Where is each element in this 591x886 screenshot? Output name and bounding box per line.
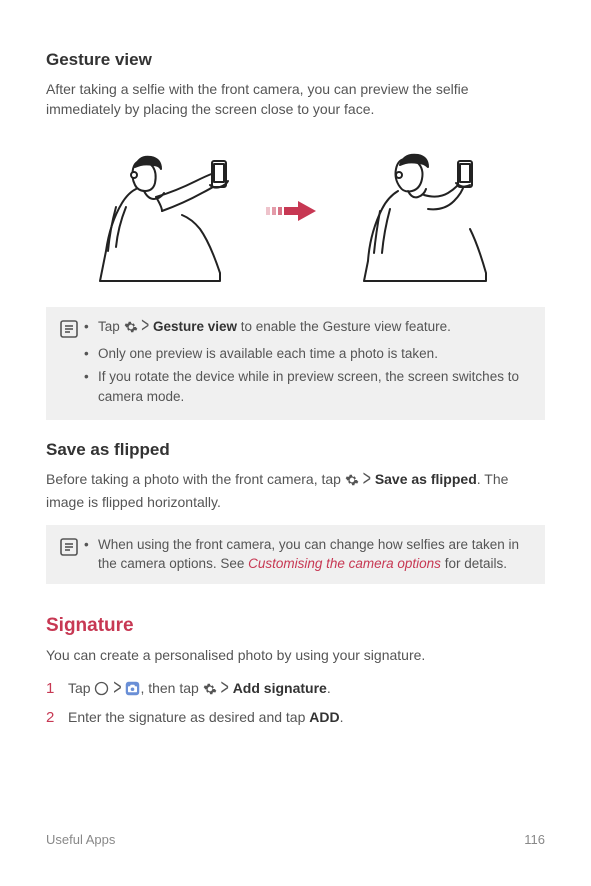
step-1: Tap > , then tap > Add signature. [46,678,545,701]
gt-icon: > [141,310,149,341]
heading-signature: Signature [46,612,545,640]
gesture-view-illustration [46,131,545,291]
signature-steps: Tap > , then tap > Add signature. Enter … [46,678,545,728]
note2-text: When using the front camera, you can cha… [84,535,531,574]
illustration-person-phone-close [346,131,506,291]
heading-save-as-flipped: Save as flipped [46,438,545,463]
gear-icon [345,472,359,492]
step1-post: . [327,680,331,696]
gt-icon: > [363,461,371,493]
note1-item1-pre: Tap [98,319,124,334]
step1-pre: Tap [68,680,94,696]
gt-icon: > [221,670,229,702]
gesture-view-intro: After taking a selfie with the front cam… [46,79,545,120]
step2-post: . [340,709,344,725]
page-footer: Useful Apps 116 [46,831,545,850]
note-save-as-flipped: When using the front camera, you can cha… [46,525,545,584]
step2-bold: ADD [309,709,339,725]
save-as-flipped-intro: Before taking a photo with the front cam… [46,469,545,513]
step-2: Enter the signature as desired and tap A… [46,707,545,727]
gear-icon [203,681,217,701]
note1-item2: Only one preview is available each time … [84,344,531,364]
footer-section: Useful Apps [46,831,115,850]
gt-icon: > [113,670,121,702]
arrow-icon [266,197,326,225]
circle-icon [94,681,109,701]
step1-bold: Add signature [233,680,327,696]
note-icon [59,319,79,410]
camera-app-icon [125,681,140,701]
saf-pre: Before taking a photo with the front cam… [46,471,345,487]
step1-mid: , then tap [140,680,202,696]
footer-page-number: 116 [524,831,545,850]
note1-item1: Tap > Gesture view to enable the Gesture… [84,317,531,340]
note1-item1-post: to enable the Gesture view feature. [237,319,451,334]
step2-pre: Enter the signature as desired and tap [68,709,309,725]
note1-item1-bold: Gesture view [153,319,237,334]
note2-post: for details. [441,556,507,571]
note1-item3: If you rotate the device while in previe… [84,367,531,406]
saf-bold: Save as flipped [375,471,477,487]
heading-gesture-view: Gesture view [46,48,545,73]
signature-intro: You can create a personalised photo by u… [46,645,545,665]
gear-icon [124,320,138,340]
illustration-person-holding-phone-out [86,131,246,291]
note-icon [59,537,79,574]
note2-link[interactable]: Customising the camera options [248,556,441,571]
note-gesture-view: Tap > Gesture view to enable the Gesture… [46,307,545,420]
